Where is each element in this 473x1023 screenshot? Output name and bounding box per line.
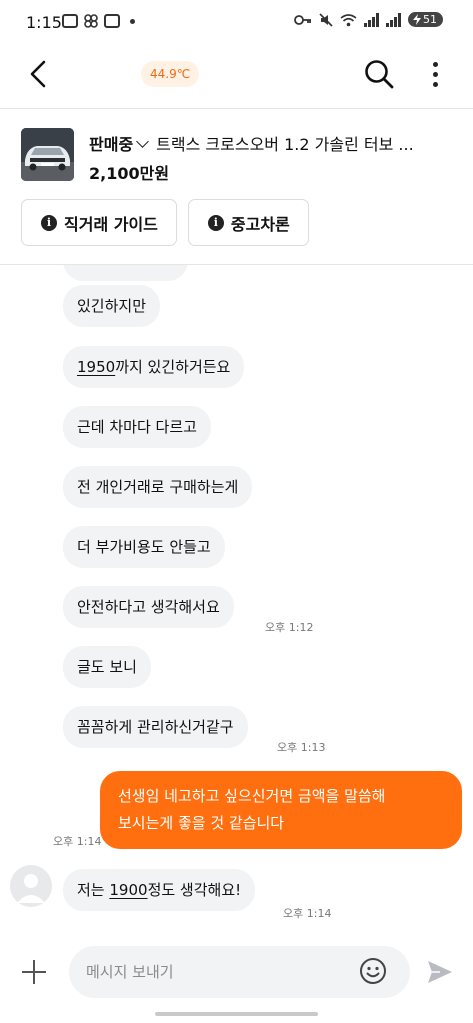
chevron-down-icon[interactable] xyxy=(136,135,150,148)
message-bubble-cut-off xyxy=(63,265,188,281)
battery-icon: 51 xyxy=(408,12,443,27)
guide-buttons: i 직거래 가이드 i 중고차론 xyxy=(21,199,309,246)
key-icon xyxy=(294,14,311,25)
product-title-line: 판매중 트랙스 크로스오버 1.2 가솔린 터보 ... xyxy=(89,131,459,155)
status-time: 1:15 xyxy=(26,13,62,32)
send-icon xyxy=(428,961,452,983)
screenshot-icon xyxy=(62,14,78,28)
product-summary[interactable]: 판매중 트랙스 크로스오버 1.2 가솔린 터보 ... 2,100만원 xyxy=(0,114,473,194)
manner-temperature-badge[interactable]: 44.9℃ xyxy=(141,61,200,87)
message-text: 정도 생각해요! xyxy=(147,881,242,899)
header-divider xyxy=(0,108,473,109)
sale-status[interactable]: 판매중 xyxy=(89,135,133,154)
avatar[interactable] xyxy=(10,865,52,907)
more-vertical-icon[interactable] xyxy=(424,57,446,91)
plus-icon[interactable] xyxy=(22,960,46,984)
message-bubble[interactable]: 저는 1900정도 생각해요! xyxy=(63,869,256,911)
message-text: 보시는게 좋을 것 같습니다 xyxy=(118,814,285,832)
info-icon: i xyxy=(207,214,224,231)
chat-messages[interactable]: 있긴하지만 1950까지 있긴하거든요 근데 차마다 다르고 전 개인거래로 구… xyxy=(0,265,473,940)
outgoing-message-bubble[interactable]: 선생임 네고하고 싶으신거면 금액을 말씀해 보시는게 좋을 것 같습니다 xyxy=(100,771,462,849)
message-bubble[interactable]: 전 개인거래로 구매하는게 xyxy=(63,466,253,508)
message-bubble[interactable]: 더 부가비용도 안들고 xyxy=(63,526,225,568)
message-text: 선생임 네고하고 싶으신거면 금액을 말씀해 xyxy=(118,787,386,805)
message-text: 까지 있긴하거든요 xyxy=(115,358,231,376)
home-indicator xyxy=(155,1012,318,1016)
used-car-loan-button[interactable]: i 중고차론 xyxy=(187,199,309,246)
wifi-icon xyxy=(340,13,357,26)
back-arrow-icon xyxy=(30,60,46,88)
window-icon xyxy=(104,14,120,28)
message-bubble[interactable]: 안전하다고 생각해서요 xyxy=(63,586,234,628)
pinwheel-icon xyxy=(84,14,98,28)
search-button[interactable] xyxy=(362,57,396,91)
number-link[interactable]: 1950 xyxy=(77,358,115,376)
message-text: 저는 xyxy=(77,881,110,899)
message-bubble[interactable]: 꼼꼼하게 관리하신거같구 xyxy=(63,706,248,748)
guide-label: 중고차론 xyxy=(230,214,290,234)
back-button[interactable] xyxy=(24,56,54,92)
message-bubble[interactable]: 있긴하지만 xyxy=(63,285,161,327)
number-link[interactable]: 1900 xyxy=(109,881,147,899)
battery-level: 51 xyxy=(423,13,437,26)
message-time: 오후 1:12 xyxy=(265,621,314,634)
notification-dot-icon xyxy=(130,18,135,24)
chat-header: 44.9℃ xyxy=(0,46,473,106)
product-thumbnail[interactable] xyxy=(21,128,74,181)
message-bubble[interactable]: 글도 보니 xyxy=(63,646,151,688)
search-icon xyxy=(365,60,394,89)
message-time: 오후 1:14 xyxy=(53,835,102,848)
status-bar: 1:15 51 xyxy=(0,0,473,46)
send-button[interactable] xyxy=(426,959,454,985)
signal-icon xyxy=(386,12,401,27)
info-icon: i xyxy=(41,214,57,231)
status-left-icons xyxy=(62,14,135,28)
message-time: 오후 1:13 xyxy=(277,741,326,754)
emoji-icon xyxy=(360,958,386,984)
message-input-bar xyxy=(0,940,473,1005)
message-time: 오후 1:14 xyxy=(283,907,332,920)
mute-icon xyxy=(319,12,333,27)
emoji-button[interactable] xyxy=(359,957,387,985)
direct-trade-guide-button[interactable]: i 직거래 가이드 xyxy=(21,199,177,246)
product-title: 트랙스 크로스오버 1.2 가솔린 터보 ... xyxy=(156,135,414,154)
signal-icon xyxy=(364,12,379,27)
message-bubble[interactable]: 1950까지 있긴하거든요 xyxy=(63,346,245,388)
status-right-icons: 51 xyxy=(294,12,443,27)
guide-label: 직거래 가이드 xyxy=(64,214,158,234)
message-bubble[interactable]: 근데 차마다 다르고 xyxy=(63,406,211,448)
product-price: 2,100만원 xyxy=(89,164,170,183)
